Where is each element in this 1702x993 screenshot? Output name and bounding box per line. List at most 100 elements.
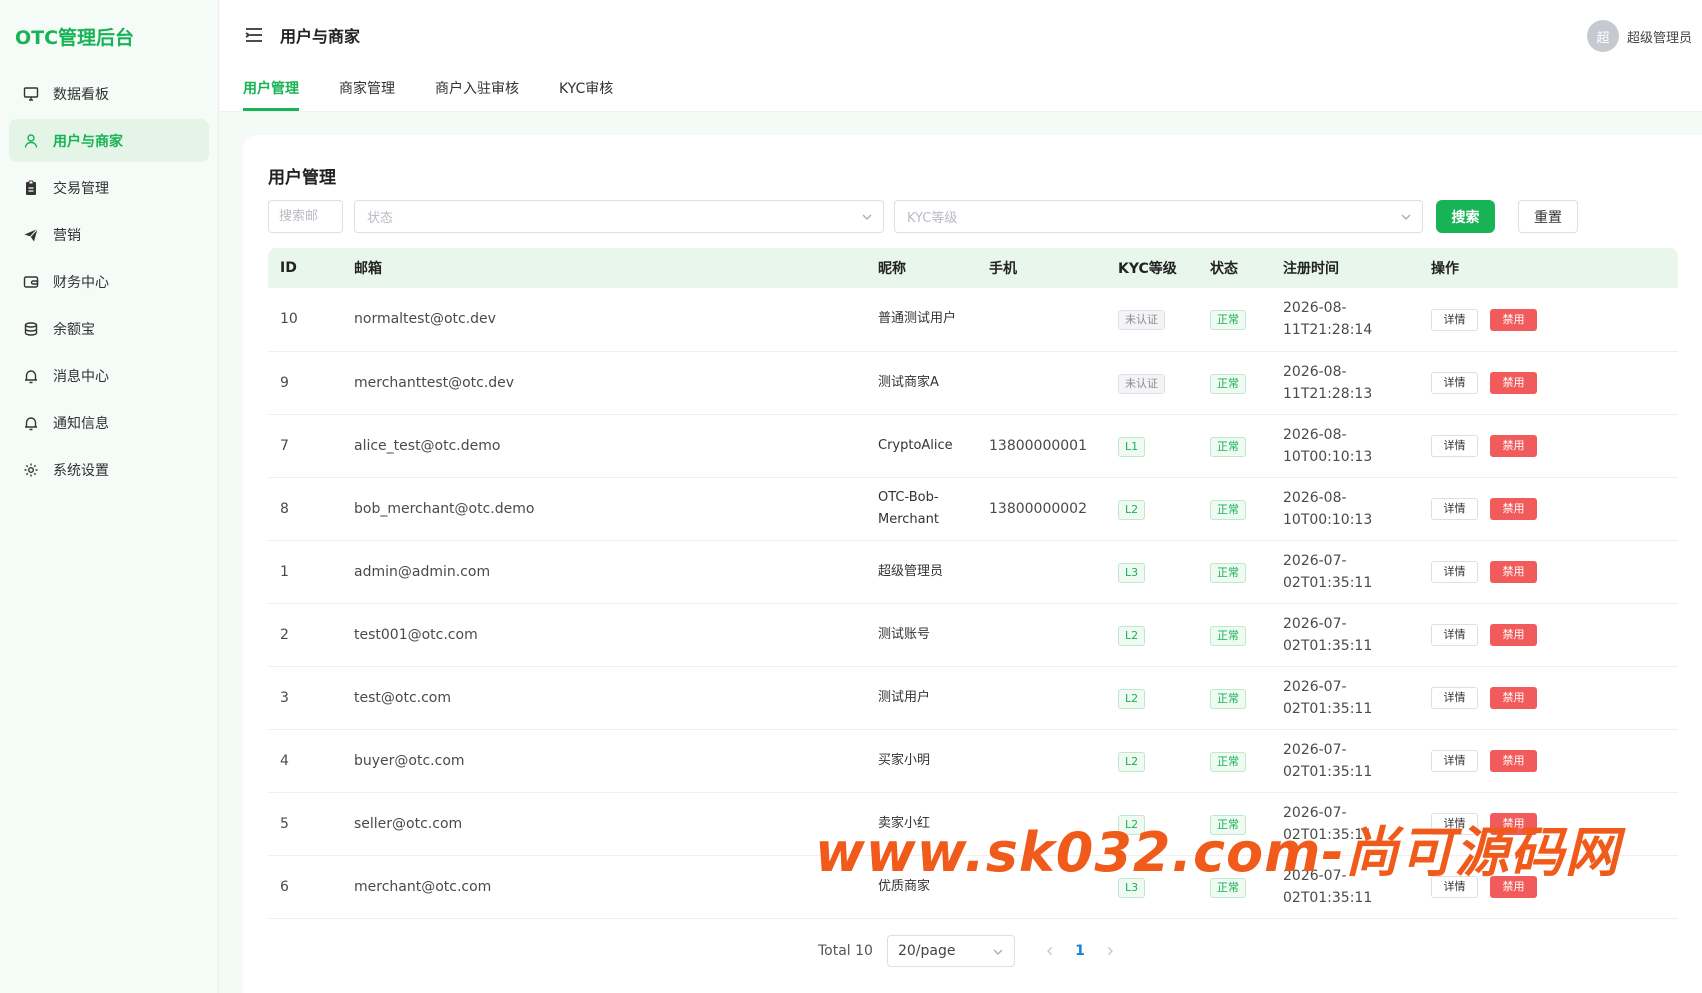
kyc-badge: L2 [1118,499,1146,520]
prev-page-button[interactable] [1035,936,1065,966]
cell-actions: 详情 禁用 [1419,666,1678,729]
cell-nickname: 测试商家A [878,374,939,390]
detail-button[interactable]: 详情 [1431,687,1478,709]
cell-email: test001@otc.com [354,626,478,643]
status-badge: 正常 [1210,751,1246,772]
status-select[interactable]: 状态 [354,200,884,233]
cell-registered: 2026-08- 11T21:28:13 [1271,351,1419,414]
table-row: 1 admin@admin.com 超级管理员 L3 正常 2026-07- 02T01:3… [268,540,1678,603]
cell-id: 1 [280,563,289,580]
registered-date: 2026-08- [1283,363,1347,380]
cell-email: bob_merchant@otc.demo [354,500,535,517]
ban-button[interactable]: 禁用 [1490,624,1537,646]
cell-nickname: 超级管理员 [878,563,944,579]
cell-id: 2 [280,626,289,643]
email-search-input[interactable] [268,200,343,233]
tab-merchant-onboarding-review[interactable]: 商户入驻审核 [435,70,519,111]
table-header-row: ID 邮箱 昵称 手机 KYC等级 状态 注册时间 操作 [268,248,1678,288]
ban-button[interactable]: 禁用 [1490,687,1537,709]
status-badge: 正常 [1210,499,1246,520]
detail-button[interactable]: 详情 [1431,750,1478,772]
user-name: 超级管理员 [1626,30,1692,46]
cell-kyc: L2 [1106,603,1198,666]
sidebar-item-label: 财务中心 [53,274,109,291]
cell-status: 正常 [1198,603,1271,666]
next-page-button[interactable] [1095,936,1125,966]
bell-icon [22,414,40,432]
sidebar-item-marketing[interactable]: 营销 [9,213,209,256]
cell-id: 8 [280,500,289,517]
search-button[interactable]: 搜索 [1436,200,1495,233]
status-badge: 正常 [1210,373,1246,394]
table-row: 2 test001@otc.com 测试账号 L2 正常 2026-07- 02T01:35… [268,603,1678,666]
cell-nickname: 测试用户 [878,689,931,705]
cell-phone: 13800000002 [989,500,1087,517]
reset-button[interactable]: 重置 [1518,200,1578,233]
sidebar-item-label: 交易管理 [53,180,109,197]
detail-button[interactable]: 详情 [1431,435,1478,457]
ban-button[interactable]: 禁用 [1490,561,1537,583]
ban-button[interactable]: 禁用 [1490,372,1537,394]
tab-merchant-management[interactable]: 商家管理 [339,70,395,111]
page-size-select[interactable]: 20/page [886,935,1015,967]
ban-button[interactable]: 禁用 [1490,498,1537,520]
ban-button[interactable]: 禁用 [1490,750,1537,772]
filter-bar: 状态 KYC等级 搜索 重置 [268,200,1699,233]
sidebar-item-trades[interactable]: 交易管理 [9,166,209,209]
detail-button[interactable]: 详情 [1431,624,1478,646]
sidebar-item-label: 系统设置 [53,462,109,479]
cell-actions: 详情 禁用 [1419,540,1678,603]
ban-button[interactable]: 禁用 [1490,435,1537,457]
cell-kyc: L3 [1106,540,1198,603]
card-title: 用户管理 [268,168,336,188]
sidebar-item-dashboard[interactable]: 数据看板 [9,72,209,115]
sidebar-item-label: 消息中心 [53,368,109,385]
status-badge: 正常 [1210,436,1246,457]
cell-phone [977,729,1106,792]
cell-id: 6 [280,878,289,895]
coins-icon [22,320,40,338]
status-badge: 正常 [1210,562,1246,583]
watermark: www.sk032.com-尚可源码网 [815,821,1620,884]
cell-kyc: 未认证 [1106,288,1198,351]
kyc-level-select[interactable]: KYC等级 [894,200,1423,233]
tab-user-management[interactable]: 用户管理 [243,70,299,111]
sidebar-item-notifications[interactable]: 通知信息 [9,401,209,444]
cell-nickname: 买家小明 [878,752,931,768]
sidebar-item-finance[interactable]: 财务中心 [9,260,209,303]
sidebar-item-balance[interactable]: 余额宝 [9,307,209,350]
column-header-actions: 操作 [1431,261,1459,277]
cell-registered: 2026-08- 11T21:28:14 [1271,288,1419,351]
sidebar-item-users-merchants[interactable]: 用户与商家 [9,119,209,162]
detail-button[interactable]: 详情 [1431,561,1478,583]
sidebar-item-messages[interactable]: 消息中心 [9,354,209,397]
column-header-kyc: KYC等级 [1118,261,1177,277]
page-number-current[interactable]: 1 [1065,943,1095,959]
sidebar-item-settings[interactable]: 系统设置 [9,448,209,491]
sidebar-item-label: 营销 [53,227,81,244]
cell-registered: 2026-07- 02T01:35:11 [1271,540,1419,603]
chevron-down-icon [862,214,872,220]
cell-id: 7 [280,437,289,454]
cell-registered: 2026-08- 10T00:10:13 [1271,414,1419,477]
kyc-badge: L1 [1118,436,1146,457]
pagination: Total 10 20/page 1 [818,935,1125,967]
tab-kyc-review[interactable]: KYC审核 [559,70,613,111]
registered-time: 10T00:10:13 [1283,448,1373,465]
ban-button[interactable]: 禁用 [1490,308,1537,331]
detail-button[interactable]: 详情 [1431,372,1478,394]
detail-button[interactable]: 详情 [1431,498,1478,520]
cell-actions: 详情 禁用 [1419,288,1678,351]
cell-status: 正常 [1198,729,1271,792]
user-menu[interactable]: 超 超级管理员 [1586,20,1692,52]
cell-email: normaltest@otc.dev [354,311,496,328]
cell-phone [977,603,1106,666]
column-header-nickname: 昵称 [878,261,906,277]
cell-kyc: 未认证 [1106,351,1198,414]
cell-status: 正常 [1198,477,1271,540]
detail-button[interactable]: 详情 [1431,308,1478,331]
menu-toggle-icon[interactable] [244,25,264,45]
kyc-badge: L2 [1118,688,1146,709]
status-badge: 正常 [1210,310,1246,331]
cell-phone [977,540,1106,603]
